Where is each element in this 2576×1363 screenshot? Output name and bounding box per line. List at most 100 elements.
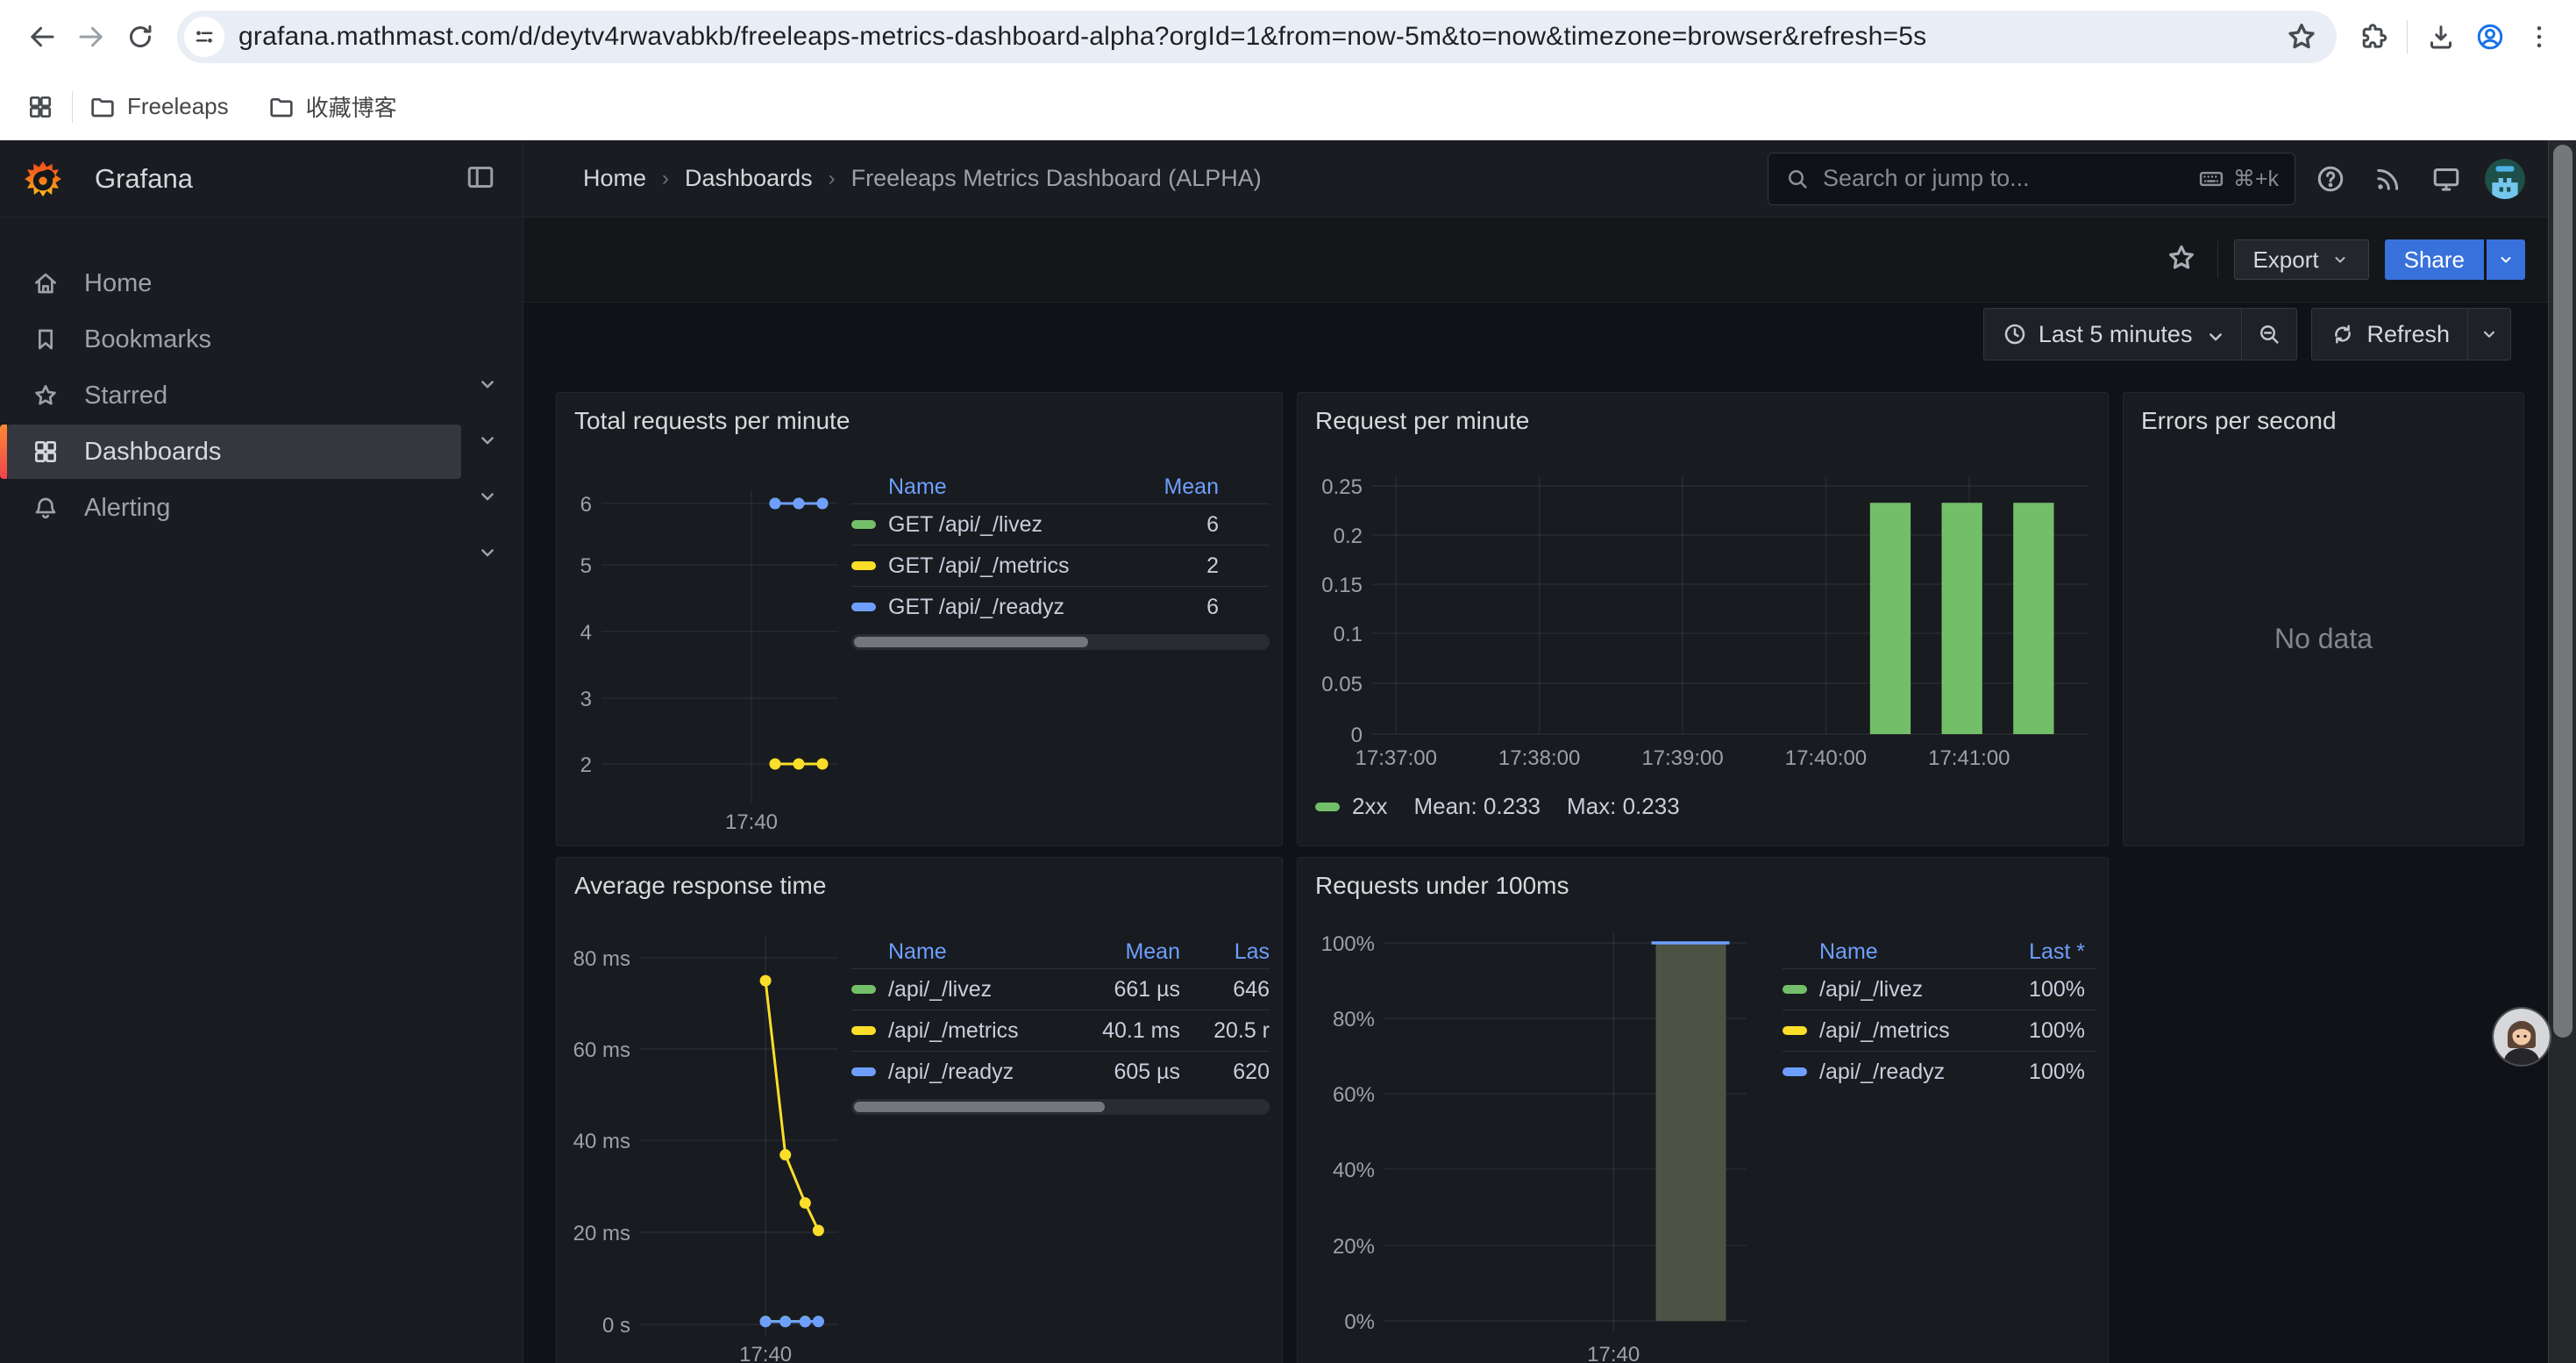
series-name[interactable]: GET /api/_/livez [851, 512, 1140, 538]
panel-title[interactable]: Requests under 100ms [1315, 872, 1569, 900]
legend-col-header[interactable]: Name [1783, 939, 2002, 965]
share-dropdown-button[interactable] [2487, 239, 2525, 280]
panel-request-per-minute[interactable]: Request per minute 0.250.20.150.10.05017… [1297, 392, 2109, 846]
svg-text:0 s: 0 s [602, 1314, 630, 1338]
search-input[interactable]: Search or jump to... ⌘+k [1768, 153, 2295, 205]
bar-chart[interactable]: 100%80%60%40%20%0%17:40 [1298, 858, 2109, 1363]
legend-row: /api/_/readyz100% [1783, 1051, 2096, 1092]
share-button[interactable]: Share [2385, 239, 2484, 280]
refresh-interval-dropdown[interactable] [2468, 309, 2510, 360]
browser-toolbar: grafana.mathmast.com/d/deytv4rwavabkb/fr… [0, 0, 2576, 74]
series-name[interactable]: /api/_/readyz [1783, 1060, 2002, 1085]
bookmark-label: 收藏博客 [306, 90, 397, 123]
legend-scrollbar[interactable] [851, 1099, 1270, 1115]
bar-chart[interactable]: 0.250.20.150.10.05017:37:0017:38:0017:39… [1298, 393, 2109, 846]
toolbar-divider [2407, 20, 2408, 54]
refresh-icon [2330, 321, 2356, 347]
refresh-label: Refresh [2366, 321, 2450, 348]
zoom-out-icon[interactable] [2242, 309, 2296, 360]
svg-text:17:40: 17:40 [739, 1343, 792, 1363]
news-rss-icon[interactable] [2366, 156, 2411, 202]
breadcrumb-dashboards[interactable]: Dashboards [685, 165, 813, 192]
url-bar[interactable]: grafana.mathmast.com/d/deytv4rwavabkb/fr… [177, 11, 2337, 63]
page-scrollbar[interactable] [2548, 140, 2576, 1363]
favorite-star-icon[interactable] [2165, 241, 2202, 278]
legend-col-header[interactable]: Mean [1079, 939, 1180, 965]
scrollbar-thumb[interactable] [854, 1102, 1105, 1112]
reload-icon[interactable] [116, 12, 165, 61]
time-range-picker[interactable]: Last 5 minutes [1984, 309, 2242, 360]
series-name[interactable]: GET /api/_/metrics [851, 553, 1140, 579]
menu-dots-icon[interactable] [2515, 12, 2564, 61]
series-name[interactable]: /api/_/readyz [851, 1060, 1079, 1085]
svg-text:0: 0 [1351, 724, 1363, 747]
svg-text:20%: 20% [1333, 1235, 1375, 1259]
bookmark-folder-blogs[interactable]: 收藏博客 [267, 90, 397, 123]
url-text[interactable]: grafana.mathmast.com/d/deytv4rwavabkb/fr… [238, 22, 2275, 52]
breadcrumb-home[interactable]: Home [583, 165, 646, 192]
back-icon[interactable] [18, 12, 67, 61]
sidebar-toggle-icon[interactable] [465, 161, 500, 196]
svg-text:0.1: 0.1 [1334, 623, 1363, 646]
series-swatch [1783, 1026, 1807, 1035]
sidebar-item-bookmarks[interactable]: Bookmarks [7, 312, 461, 367]
downloads-icon[interactable] [2416, 12, 2466, 61]
panel-title[interactable]: Total requests per minute [574, 407, 850, 435]
series-value: 20.5 r [1196, 1018, 1270, 1044]
panel-average-response-time[interactable]: Average response time 80 ms60 ms40 ms20 … [556, 857, 1283, 1363]
scrollbar-thumb[interactable] [854, 637, 1088, 647]
series-name[interactable]: /api/_/metrics [1783, 1018, 2002, 1044]
search-shortcut: ⌘+k [2198, 166, 2279, 192]
legend-col-header[interactable]: Last * [2002, 939, 2085, 965]
chevron-down-icon[interactable] [472, 537, 503, 568]
legend-col-header[interactable]: Name [851, 939, 1079, 965]
export-button[interactable]: Export [2234, 239, 2368, 280]
panel-title[interactable]: Average response time [574, 872, 826, 900]
svg-text:0%: 0% [1344, 1310, 1375, 1334]
chevron-down-icon [2202, 324, 2224, 345]
svg-text:80 ms: 80 ms [573, 947, 630, 971]
panel-title[interactable]: Errors per second [2141, 407, 2337, 435]
scrollbar-thumb[interactable] [2553, 145, 2572, 1038]
floating-assistant-avatar[interactable] [2494, 1009, 2550, 1065]
profile-icon[interactable] [2466, 12, 2515, 61]
series-name[interactable]: GET /api/_/readyz [851, 595, 1140, 620]
bookmark-folder-freeleaps[interactable]: Freeleaps [89, 93, 229, 121]
bookmark-star-icon[interactable] [2284, 19, 2319, 54]
legend-col-header[interactable]: Name [851, 475, 1140, 500]
grafana-logo[interactable] [23, 159, 63, 199]
apps-grid-icon[interactable] [21, 88, 60, 126]
series-name[interactable]: /api/_/livez [1783, 977, 2002, 1003]
refresh-button[interactable]: Refresh [2312, 309, 2467, 360]
svg-text:6: 6 [580, 493, 592, 517]
brand-label[interactable]: Grafana [95, 163, 193, 195]
sidebar-item-dashboards[interactable]: Dashboards [7, 425, 461, 479]
kiosk-monitor-icon[interactable] [2423, 156, 2469, 202]
panel-title[interactable]: Request per minute [1315, 407, 1529, 435]
series-swatch [851, 561, 876, 570]
bookmarks-divider [72, 91, 73, 123]
sidebar-item-label: Home [84, 269, 152, 298]
legend-col-header[interactable]: Mean [1140, 475, 1219, 500]
dashboard-canvas: Last 5 minutes Refresh [523, 303, 2548, 1363]
sidebar-item-alerting[interactable]: Alerting [7, 481, 461, 535]
svg-text:0.2: 0.2 [1334, 525, 1363, 548]
series-value: 6 [1140, 595, 1219, 620]
forward-icon[interactable] [67, 12, 116, 61]
sidebar-item-starred[interactable]: Starred [7, 368, 461, 423]
series-name[interactable]: /api/_/metrics [851, 1018, 1079, 1044]
series-name[interactable]: /api/_/livez [851, 977, 1079, 1003]
sidebar-item-home[interactable]: Home [7, 256, 461, 310]
panel-errors-per-second[interactable]: Errors per second No data [2123, 392, 2524, 846]
bell-icon [32, 494, 60, 522]
series-value: 605 µs [1079, 1060, 1180, 1085]
extensions-icon[interactable] [2349, 12, 2398, 61]
legend-col-header[interactable]: Las [1196, 939, 1270, 965]
site-settings-icon[interactable] [184, 17, 224, 57]
user-avatar[interactable] [2485, 159, 2525, 199]
panel-total-requests[interactable]: Total requests per minute 6543217:40 Nam… [556, 392, 1283, 846]
series-name[interactable]: 2xx [1352, 793, 1387, 820]
legend-scrollbar[interactable] [851, 634, 1270, 650]
panel-requests-under-100ms[interactable]: Requests under 100ms 100%80%60%40%20%0%1… [1297, 857, 2109, 1363]
help-icon[interactable] [2308, 156, 2353, 202]
